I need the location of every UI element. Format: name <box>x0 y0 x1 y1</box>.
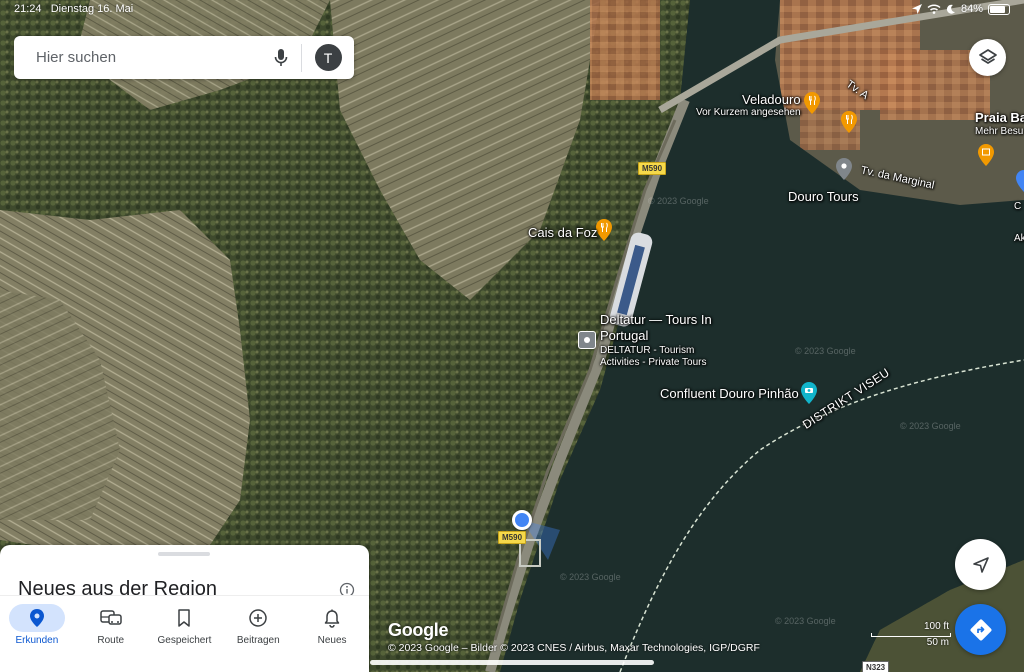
bottom-tab-bar: Erkunden Route Gespeichert Beitragen Neu… <box>0 595 369 672</box>
battery-level-fill <box>990 5 1006 13</box>
location-pin-icon <box>29 609 44 627</box>
status-date: Dienstag 16. Mai <box>50 3 134 15</box>
road-shield-n323: N323 <box>862 661 890 672</box>
account-button[interactable]: T <box>302 44 354 71</box>
status-time: 21:24 <box>14 3 42 15</box>
tab-icon-wrap <box>83 604 139 632</box>
bookmark-icon <box>178 609 191 627</box>
poi-sublabel-deltatur-line2: Activities - Private Tours <box>600 357 707 368</box>
voice-search-button[interactable] <box>261 36 301 79</box>
map-watermark: © 2023 Google <box>900 421 961 431</box>
poi-label-deltatur-line1[interactable]: Deltatur — Tours In <box>600 312 712 327</box>
microphone-icon <box>274 48 288 66</box>
battery-percent: 84% <box>960 3 983 15</box>
layers-button[interactable] <box>969 39 1006 76</box>
add-circle-icon <box>249 609 268 627</box>
tab-label: Gespeichert <box>157 635 212 646</box>
home-indicator[interactable] <box>370 660 654 665</box>
poi-label-edge-c: C <box>1014 201 1022 212</box>
layers-icon <box>978 48 997 64</box>
poi-label-veladouro[interactable]: Veladouro <box>742 92 801 107</box>
navigation-arrow-icon <box>972 556 989 573</box>
search-bar: T <box>14 36 354 79</box>
road-shield-m590: M590 <box>638 162 667 175</box>
scale-metric: 50 m <box>926 637 949 648</box>
poi-label-deltatur-line2[interactable]: Portugal <box>600 328 648 343</box>
tab-icon-wrap <box>8 604 65 632</box>
current-location-dot[interactable] <box>512 510 532 530</box>
poi-sublabel-praia: Mehr Besu <box>975 126 1024 137</box>
tab-gespeichert[interactable]: Gespeichert <box>148 596 222 672</box>
tourism-pin-icon[interactable] <box>801 382 817 404</box>
status-bar-right: 84% <box>911 3 1010 15</box>
battery-icon <box>988 3 1010 15</box>
explore-bottom-sheet[interactable]: Neues aus der Region Erkunden Route Gesp… <box>0 545 369 672</box>
place-pin-icon[interactable] <box>836 158 852 180</box>
poi-label-cais-da-foz[interactable]: Cais da Foz <box>528 225 597 240</box>
poi-label-praia[interactable]: Praia Ba <box>975 110 1024 125</box>
my-location-button[interactable] <box>955 539 1006 590</box>
tab-label: Route <box>97 635 125 646</box>
tab-icon-wrap <box>230 604 286 632</box>
tab-label: Beitragen <box>236 635 280 646</box>
tab-icon-wrap <box>156 604 212 632</box>
location-services-icon <box>911 4 922 14</box>
tab-neues[interactable]: Neues <box>295 596 369 672</box>
status-bar-left: 21:24 Dienstag 16. Mai <box>14 3 133 15</box>
tab-label: Erkunden <box>15 635 59 646</box>
business-pin-icon[interactable] <box>578 331 596 349</box>
tab-route[interactable]: Route <box>74 596 148 672</box>
commute-icon <box>99 610 122 625</box>
tab-erkunden[interactable]: Erkunden <box>0 596 74 672</box>
road-shield-m590: M590 <box>498 531 527 544</box>
tab-icon-wrap <box>304 604 360 632</box>
poi-label-confluent[interactable]: Confluent Douro Pinhão <box>660 386 799 401</box>
restaurant-pin-icon[interactable] <box>804 92 820 114</box>
sheet-drag-handle[interactable] <box>158 552 210 556</box>
tab-beitragen[interactable]: Beitragen <box>221 596 295 672</box>
google-logo: Google <box>388 620 449 640</box>
shopping-pin-icon[interactable] <box>978 144 994 166</box>
avatar: T <box>314 44 342 71</box>
map-watermark: © 2023 Google <box>795 346 856 356</box>
map-watermark: © 2023 Google <box>648 196 709 206</box>
wifi-icon <box>927 4 941 14</box>
place-pin-icon[interactable] <box>1016 170 1024 192</box>
poi-sublabel-deltatur-line1: DELTATUR - Tourism <box>600 345 695 356</box>
directions-icon <box>970 619 991 640</box>
scale-bar: 100 ft 50 m <box>871 620 951 656</box>
moon-icon <box>946 4 955 14</box>
search-input[interactable] <box>14 36 261 79</box>
bell-icon <box>324 609 340 628</box>
map-attribution[interactable]: © 2023 Google – Bilder © 2023 CNES / Air… <box>388 642 760 654</box>
restaurant-pin-icon[interactable] <box>596 219 612 241</box>
restaurant-pin-icon[interactable] <box>841 111 857 133</box>
tab-label: Neues <box>317 635 347 646</box>
poi-sublabel-veladouro: Vor Kurzem angesehen <box>696 107 801 118</box>
directions-button[interactable] <box>955 604 1006 655</box>
map-watermark: © 2023 Google <box>775 616 836 626</box>
map-watermark: © 2023 Google <box>560 572 621 582</box>
poi-label-edge-ak: Ak <box>1014 233 1024 244</box>
poi-label-douro-tours[interactable]: Douro Tours <box>788 189 859 204</box>
scale-imperial: 100 ft <box>923 621 949 632</box>
